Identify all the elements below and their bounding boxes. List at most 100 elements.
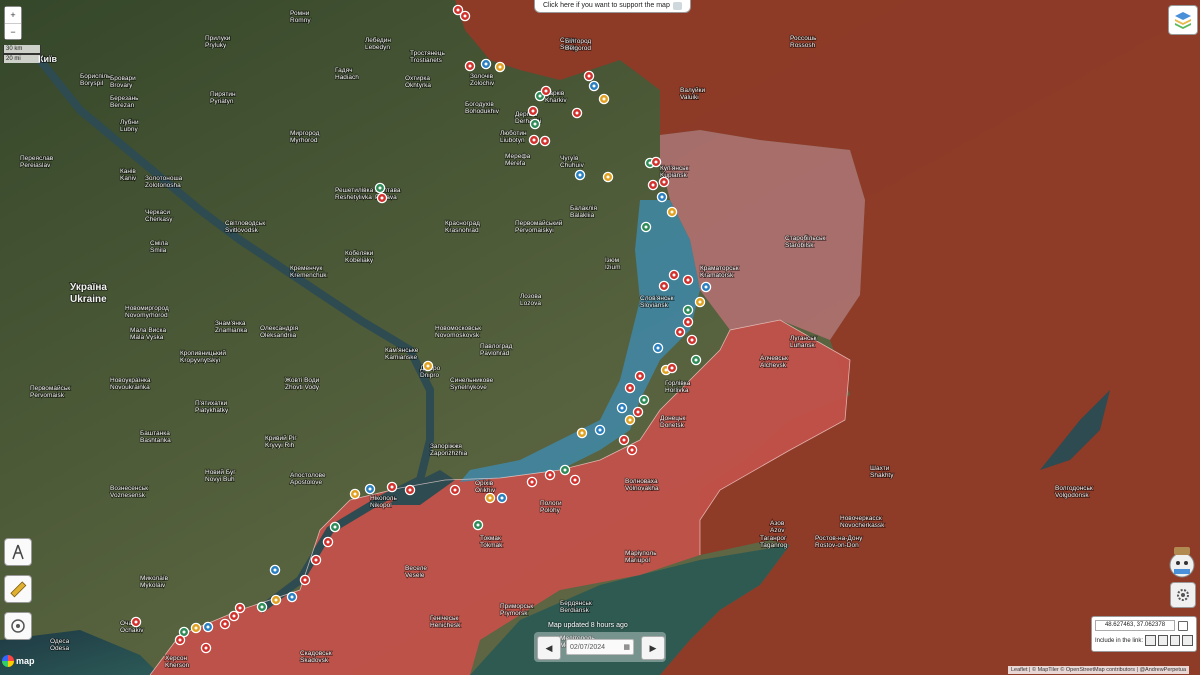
scale-bar: 30 km 20 mi: [3, 45, 41, 63]
city-label-en: Kramatorsk: [700, 272, 734, 279]
country-label-en: Ukraine: [70, 294, 107, 305]
city-label-en: Rostov-on-Don: [815, 542, 859, 549]
city-label-ua: Одеса: [50, 638, 70, 645]
event-marker-dot: [694, 358, 698, 362]
layers-icon: [1175, 12, 1191, 29]
event-marker-dot: [532, 138, 536, 142]
city-label-en: Trostianets: [410, 57, 443, 64]
event-marker-dot: [488, 496, 492, 500]
city-label-ua: Валуйки: [680, 86, 705, 94]
target-icon: [11, 619, 25, 633]
city-label-ua: Херсон: [165, 655, 188, 662]
include-zoom-checkbox[interactable]: [1170, 635, 1181, 646]
event-marker-dot: [686, 320, 690, 324]
city-label-en: Kharkiv: [545, 97, 567, 104]
prev-date-button[interactable]: ◀: [537, 636, 561, 660]
city-label-ua: Пирятин: [210, 91, 236, 98]
event-marker-dot: [178, 638, 182, 642]
city-label-ua: Решетилівка: [335, 186, 374, 194]
include-date-checkbox[interactable]: [1145, 635, 1156, 646]
settings-button[interactable]: [1170, 582, 1196, 608]
event-marker-dot: [642, 398, 646, 402]
event-marker-dot: [622, 438, 626, 442]
city-label-en: Henichesk: [430, 622, 461, 629]
country-label-ua: Україна: [70, 282, 107, 293]
event-marker-dot: [498, 65, 502, 69]
event-marker-dot: [575, 111, 579, 115]
support-banner-text[interactable]: Click here if you want to support the ma…: [543, 0, 670, 12]
event-marker-dot: [628, 418, 632, 422]
event-marker-dot: [548, 473, 552, 477]
city-label-ua: Скадовськ: [300, 650, 332, 657]
city-label-en: Chuhuiv: [560, 162, 585, 169]
coordinates-field[interactable]: 48.627463, 37.062378: [1095, 620, 1175, 631]
city-label-ua: Азов: [770, 520, 785, 527]
city-label-ua: Кривий Ріг: [265, 434, 297, 442]
city-label-ua: Знам'янка: [215, 320, 246, 327]
city-label-en: Merefa: [505, 160, 526, 167]
event-marker-dot: [333, 525, 337, 529]
location-tool-button[interactable]: [4, 612, 32, 640]
city-label-ua: Пологи: [540, 500, 562, 507]
event-marker-dot: [232, 614, 236, 618]
scale-mi: 20 mi: [3, 54, 41, 63]
zoom-in-button[interactable]: +: [5, 7, 21, 23]
city-label-en: Lubny: [120, 126, 138, 133]
city-label-ua: Ростов-на-Дону: [815, 535, 863, 542]
gear-icon: [1177, 589, 1189, 601]
city-label-en: Volnovakha: [625, 485, 659, 492]
city-label-ua: Апостолове: [290, 472, 326, 479]
event-marker-dot: [656, 346, 660, 350]
event-marker-dot: [303, 578, 307, 582]
measure-tool-button[interactable]: [4, 538, 32, 566]
city-label-ua: Черкаси: [145, 209, 170, 216]
city-label-ua: Мерефа: [505, 153, 531, 160]
event-marker-dot: [638, 374, 642, 378]
city-label-ua: Переяслав: [20, 155, 54, 162]
city-label-ua: Балаклія: [570, 204, 597, 212]
city-label-ua: Кропивницький: [180, 349, 226, 357]
event-marker-dot: [533, 122, 537, 126]
mascot-avatar[interactable]: [1166, 543, 1198, 579]
city-label-en: Kropyvnytskyi: [180, 357, 220, 364]
city-label-en: Pavlohrad: [480, 350, 510, 357]
city-label-en: Berezan: [110, 102, 135, 109]
copy-icon[interactable]: [1178, 620, 1188, 631]
city-label-ua: Шахти: [870, 465, 890, 472]
city-label-en: Pervomaisk: [30, 392, 65, 399]
next-date-button[interactable]: ▶: [641, 636, 665, 660]
city-label-en: Synelnykove: [450, 384, 487, 391]
event-marker-dot: [573, 478, 577, 482]
war-map[interactable]: РомниRomnyЛебединLebedynСумиSumyБориспіл…: [0, 0, 1200, 675]
city-label-en: Dnipro: [420, 372, 440, 379]
city-label-ua: Вознесенськ: [110, 485, 148, 492]
event-marker-dot: [662, 180, 666, 184]
support-banner[interactable]: Click here if you want to support the ma…: [534, 0, 691, 13]
city-label-en: Kamianske: [385, 354, 418, 361]
city-label-en: Boryspil: [80, 80, 104, 87]
event-marker-dot: [238, 606, 242, 610]
event-marker-dot: [223, 622, 227, 626]
include-layers-checkbox[interactable]: [1182, 635, 1193, 646]
city-label-en: Mariupol: [625, 557, 650, 564]
event-marker-dot: [678, 330, 682, 334]
calendar-icon[interactable]: ▦: [623, 643, 630, 651]
layers-button[interactable]: [1168, 5, 1198, 35]
date-input[interactable]: 02/07/2024 ▦: [566, 639, 634, 655]
ruler-tool-button[interactable]: [4, 575, 32, 603]
maptiler-logo[interactable]: map: [2, 655, 35, 667]
city-label-en: Kremenchuk: [290, 272, 327, 279]
city-label-ua: Новомиргород: [125, 305, 169, 312]
city-label-en: Svitlovodsk: [225, 227, 259, 234]
city-label-en: Liubotyn: [500, 137, 525, 144]
city-label-en: Horlivka: [665, 387, 689, 394]
event-marker-dot: [686, 308, 690, 312]
zoom-out-button[interactable]: −: [5, 23, 21, 39]
event-marker-dot: [672, 273, 676, 277]
city-label-en: Donetsk: [660, 422, 685, 429]
city-label-en: Brovary: [110, 82, 133, 89]
event-marker-dot: [456, 8, 460, 12]
include-map-checkbox[interactable]: [1157, 635, 1168, 646]
map-attribution[interactable]: Leaflet | © MapTiler © OpenStreetMap con…: [1008, 666, 1190, 674]
event-marker-dot: [260, 605, 264, 609]
